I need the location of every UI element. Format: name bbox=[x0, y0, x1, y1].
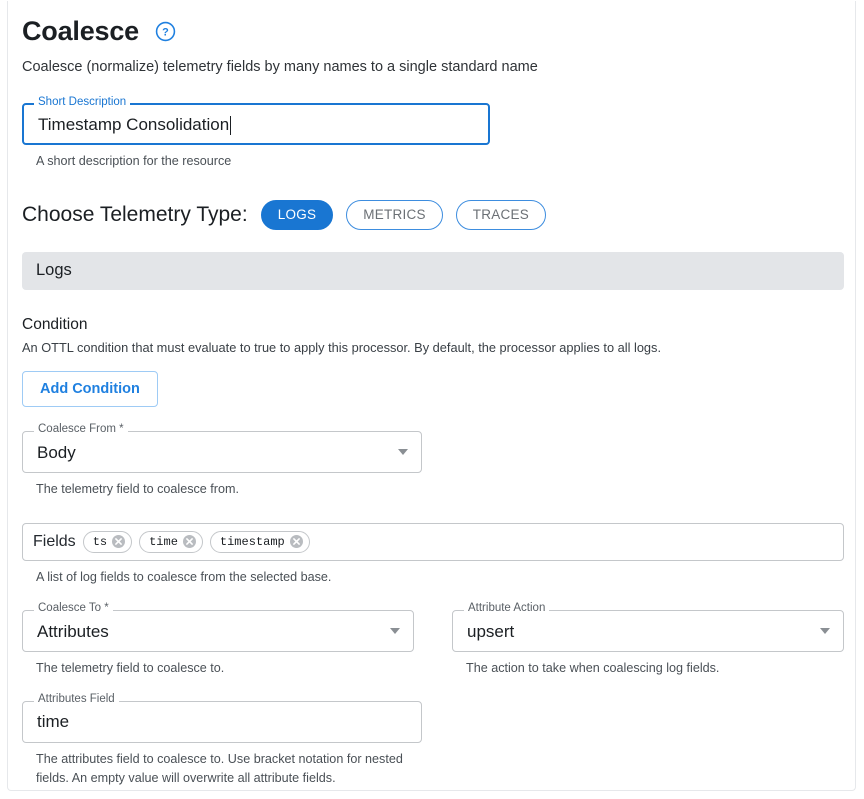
field-chip[interactable]: ts bbox=[83, 531, 132, 553]
attribute-action-select[interactable]: Attribute Action upsert bbox=[452, 610, 844, 652]
close-circle-icon[interactable] bbox=[183, 535, 196, 548]
svg-text:?: ? bbox=[162, 27, 169, 39]
field-chip-label: timestamp bbox=[220, 536, 285, 548]
attribute-action-helper: The action to take when coalescing log f… bbox=[466, 659, 844, 679]
close-circle-icon[interactable] bbox=[112, 535, 125, 548]
processor-config-card: Coalesce ? Coalesce (normalize) telemetr… bbox=[7, 1, 856, 791]
coalesce-to-group: Coalesce To * Attributes The telemetry f… bbox=[22, 610, 414, 679]
field-chip-label: time bbox=[149, 536, 178, 548]
attributes-field-value: time bbox=[37, 713, 69, 730]
field-chip-label: ts bbox=[93, 536, 107, 548]
section-title: Logs bbox=[36, 261, 72, 280]
coalesce-from-label: Coalesce From * bbox=[34, 424, 128, 436]
coalesce-from-helper: The telemetry field to coalesce from. bbox=[36, 480, 422, 500]
telemetry-pill-traces[interactable]: TRACES bbox=[456, 200, 546, 230]
coalesce-to-value: Attributes bbox=[37, 623, 109, 640]
attribute-action-group: Attribute Action upsert The action to ta… bbox=[452, 610, 844, 679]
coalesce-from-value: Body bbox=[37, 444, 76, 461]
attributes-field-helper: The attributes field to coalesce to. Use… bbox=[36, 750, 408, 789]
header: Coalesce ? bbox=[22, 17, 844, 47]
attribute-action-label: Attribute Action bbox=[464, 603, 549, 615]
add-condition-button[interactable]: Add Condition bbox=[22, 371, 158, 407]
chevron-down-icon[interactable] bbox=[390, 628, 400, 634]
condition-title: Condition bbox=[22, 316, 844, 334]
page-title: Coalesce bbox=[22, 17, 139, 47]
fields-chip-input[interactable]: Fields ts time timestamp bbox=[22, 523, 844, 561]
attributes-field-label: Attributes Field bbox=[34, 694, 119, 706]
short-description-label: Short Description bbox=[34, 97, 130, 109]
chevron-down-icon[interactable] bbox=[398, 449, 408, 455]
telemetry-type-selector: Choose Telemetry Type: LOGS METRICS TRAC… bbox=[22, 200, 844, 230]
field-chip[interactable]: time bbox=[139, 531, 203, 553]
condition-description: An OTTL condition that must evaluate to … bbox=[22, 339, 844, 358]
coalesce-to-label: Coalesce To * bbox=[34, 603, 113, 615]
short-description-value: Timestamp Consolidation bbox=[38, 116, 229, 133]
chevron-down-icon[interactable] bbox=[820, 628, 830, 634]
attributes-field-group: Attributes Field time The attributes fie… bbox=[22, 701, 844, 789]
coalesce-to-helper: The telemetry field to coalesce to. bbox=[36, 659, 414, 679]
attributes-field-input[interactable]: Attributes Field time bbox=[22, 701, 422, 743]
field-chip[interactable]: timestamp bbox=[210, 531, 310, 553]
telemetry-pill-logs[interactable]: LOGS bbox=[261, 200, 334, 230]
text-caret bbox=[230, 116, 231, 135]
close-circle-icon[interactable] bbox=[290, 535, 303, 548]
page-subtitle: Coalesce (normalize) telemetry fields by… bbox=[22, 58, 844, 78]
attribute-action-value: upsert bbox=[467, 623, 514, 640]
coalesce-from-select[interactable]: Coalesce From * Body bbox=[22, 431, 422, 473]
coalesce-to-row: Coalesce To * Attributes The telemetry f… bbox=[22, 610, 844, 679]
fields-label: Fields bbox=[33, 533, 76, 551]
telemetry-pill-metrics[interactable]: METRICS bbox=[346, 200, 443, 230]
help-circle-icon[interactable]: ? bbox=[155, 21, 176, 42]
card-content: Coalesce ? Coalesce (normalize) telemetr… bbox=[22, 1, 844, 789]
section-header-logs: Logs bbox=[22, 252, 844, 290]
coalesce-to-select[interactable]: Coalesce To * Attributes bbox=[22, 610, 414, 652]
fields-helper: A list of log fields to coalesce from th… bbox=[36, 568, 844, 588]
short-description-field[interactable]: Short Description Timestamp Consolidatio… bbox=[22, 103, 490, 145]
telemetry-type-label: Choose Telemetry Type: bbox=[22, 203, 248, 227]
short-description-helper: A short description for the resource bbox=[36, 152, 490, 172]
